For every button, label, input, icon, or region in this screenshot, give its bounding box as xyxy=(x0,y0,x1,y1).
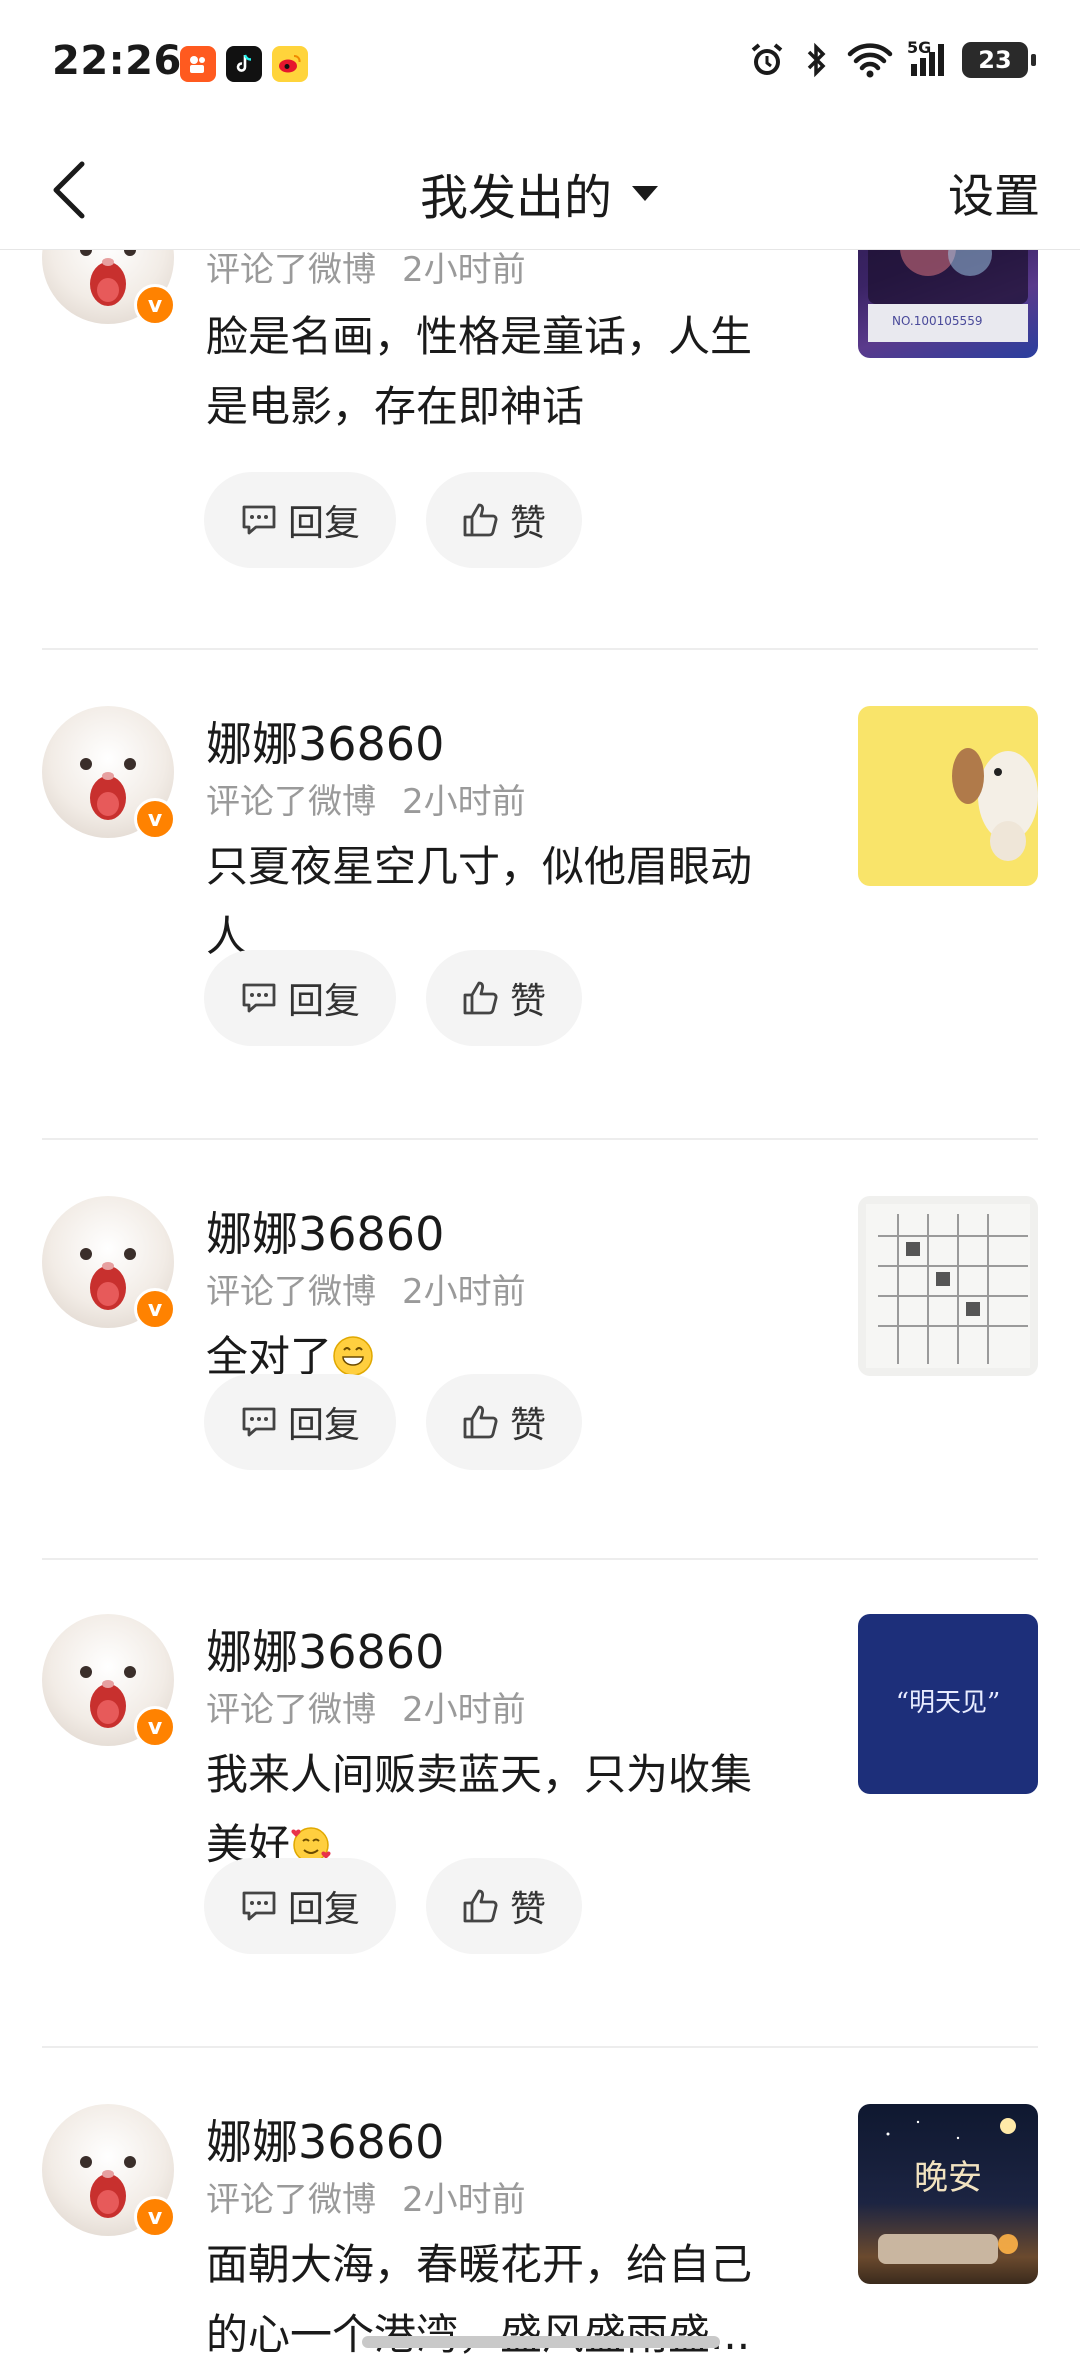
list-item[interactable]: v 娜娜36860 评论了微博 2小时前 全对了 回复 赞 xyxy=(0,1140,1080,1560)
thumb-caption: NO.100105559 xyxy=(892,314,983,328)
thumbs-up-icon xyxy=(463,503,498,537)
comment-text: 面朝大海，春暖花开，给自己 的心一个港湾，盛风盛雨盛... xyxy=(206,2240,753,2359)
reply-button[interactable]: 回复 xyxy=(204,472,396,568)
like-button[interactable]: 赞 xyxy=(426,1858,582,1954)
top-nav-bar: 我发出的 设置 xyxy=(0,130,1080,250)
title-dropdown[interactable]: 我发出的 xyxy=(0,158,1080,228)
comment-icon xyxy=(242,983,276,1013)
verified-badge-icon: v xyxy=(134,284,176,326)
status-app-icons xyxy=(180,46,308,82)
home-indicator[interactable] xyxy=(362,2336,720,2348)
post-thumbnail[interactable]: 晚安 xyxy=(858,2104,1038,2284)
comment-icon xyxy=(242,1891,276,1921)
reply-button[interactable]: 回复 xyxy=(204,1374,396,1470)
avatar[interactable]: v xyxy=(42,250,176,326)
page-title: 我发出的 xyxy=(419,170,612,226)
username[interactable]: 娜娜36860 xyxy=(206,708,444,774)
list-item[interactable]: v 娜娜36860 评论了微博 2小时前 面朝大海，春暖花开，给自己 的心一个港湾… xyxy=(0,2048,1080,2376)
signal-icon: 5G xyxy=(907,38,944,76)
comment-actions: 回复 赞 xyxy=(204,1374,582,1470)
verified-badge-icon: v xyxy=(134,2196,176,2238)
comment-actions: 回复 赞 xyxy=(204,1858,582,1954)
caret-down-icon xyxy=(632,186,658,201)
comment-actions: 回复 赞 xyxy=(204,950,582,1046)
like-button[interactable]: 赞 xyxy=(426,472,582,568)
username[interactable]: 娜娜36860 xyxy=(206,2106,444,2172)
list-item[interactable]: v 娜娜36860 评论了微博 2小时前 只夏夜星空几寸，似他眉眼动 人 回复 赞 xyxy=(0,650,1080,1140)
post-thumbnail[interactable]: NO.100105559 xyxy=(858,250,1038,358)
verified-badge-icon: v xyxy=(134,798,176,840)
status-bar: 22:26 5G 23 xyxy=(0,0,1080,130)
list-item[interactable]: v 评论了微博 2小时前 脸是名画，性格是童话，人生 是电影，存在即神话 NO.1… xyxy=(0,250,1080,662)
comment-meta: 评论了微博 2小时前 xyxy=(206,250,526,290)
verified-badge-icon: v xyxy=(134,1288,176,1330)
douyin-icon xyxy=(226,46,262,82)
status-time: 22:26 xyxy=(52,38,182,84)
grinning-emoji-icon xyxy=(333,1336,373,1376)
thumbs-up-icon xyxy=(463,1889,498,1923)
alarm-icon xyxy=(751,43,783,75)
reply-button[interactable]: 回复 xyxy=(204,1858,396,1954)
bluetooth-icon xyxy=(807,42,826,78)
thumb-caption: “明天见” xyxy=(895,1688,1001,1718)
wifi-icon xyxy=(847,43,893,78)
username[interactable]: 娜娜36860 xyxy=(206,1198,444,1264)
battery-level: 23 xyxy=(962,42,1036,78)
username[interactable]: 娜娜36860 xyxy=(206,1616,444,1682)
comment-meta: 评论了微博 2小时前 xyxy=(206,1272,526,1312)
comment-meta: 评论了微博 2小时前 xyxy=(206,782,526,822)
comment-meta: 评论了微博 2小时前 xyxy=(206,1690,526,1730)
reply-button[interactable]: 回复 xyxy=(204,950,396,1046)
comment-icon xyxy=(242,1407,276,1437)
post-thumbnail[interactable] xyxy=(858,706,1038,886)
like-button[interactable]: 赞 xyxy=(426,950,582,1046)
like-button[interactable]: 赞 xyxy=(426,1374,582,1470)
thumb-caption: 晚安 xyxy=(914,2158,982,2198)
network-type: 5G xyxy=(907,38,932,57)
avatar[interactable]: v xyxy=(42,1196,176,1330)
comment-actions: 回复 赞 xyxy=(204,472,582,568)
verified-badge-icon: v xyxy=(134,1706,176,1748)
comment-feed[interactable]: v 评论了微博 2小时前 脸是名画，性格是童话，人生 是电影，存在即神话 NO.1… xyxy=(0,250,1080,2376)
weibo-icon xyxy=(272,46,308,82)
thumbs-up-icon xyxy=(463,981,498,1015)
status-indicators: 5G 23 xyxy=(747,38,1036,80)
list-item[interactable]: v 娜娜36860 评论了微博 2小时前 我来人间贩卖蓝天，只为收集 美好 “明天… xyxy=(0,1558,1080,2048)
settings-button[interactable]: 设置 xyxy=(948,160,1040,226)
comment-icon xyxy=(242,505,276,535)
post-thumbnail[interactable]: “明天见” xyxy=(858,1614,1038,1794)
avatar[interactable]: v xyxy=(42,706,176,840)
comment-text: 脸是名画，性格是童话，人生 是电影，存在即神话 xyxy=(206,312,753,431)
post-thumbnail[interactable] xyxy=(858,1196,1038,1376)
avatar[interactable]: v xyxy=(42,2104,176,2238)
comment-meta: 评论了微博 2小时前 xyxy=(206,2180,526,2220)
kuaishou-icon xyxy=(180,46,216,82)
avatar[interactable]: v xyxy=(42,1614,176,1748)
thumbs-up-icon xyxy=(463,1405,498,1439)
